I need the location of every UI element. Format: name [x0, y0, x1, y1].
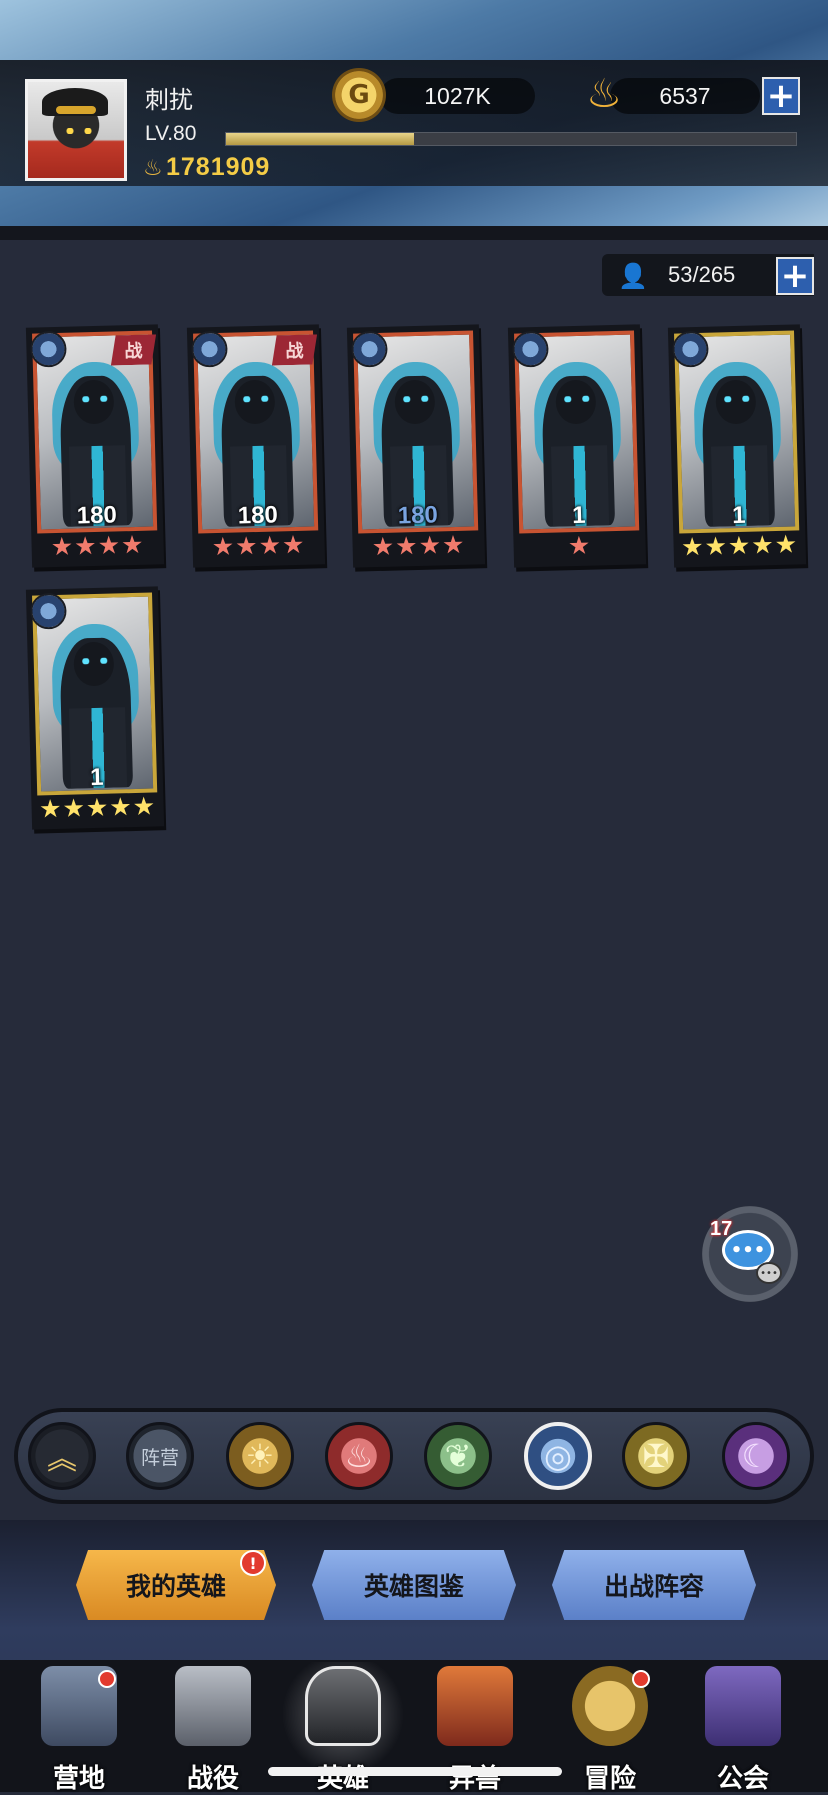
leaf-icon: ❦	[444, 1437, 472, 1475]
hero-stars: ★★★★★	[38, 791, 157, 824]
filter-nature-faction-button[interactable]: ❦	[424, 1422, 492, 1490]
hero-card[interactable]: 1 ★★★★★	[667, 324, 807, 568]
cross-icon: ✠	[642, 1437, 670, 1475]
filter-water-faction-button[interactable]: ◎	[524, 1422, 592, 1490]
gem-currency-icon: ♨	[586, 71, 622, 117]
filter-holy-faction-button[interactable]: ✠	[622, 1422, 690, 1490]
hero-level: 180	[397, 501, 439, 530]
tab-hero-codex[interactable]: 英雄图鉴	[312, 1550, 516, 1620]
combat-power-value: 1781909	[166, 153, 271, 181]
nav-adventure[interactable]: 冒险	[545, 1662, 675, 1794]
add-user-icon: 👤	[618, 262, 648, 290]
hero-level: 1	[89, 763, 104, 792]
double-chevron-up-icon: ︽	[47, 1442, 77, 1477]
filter-all-button[interactable]: ︽	[28, 1422, 96, 1490]
gem-counter: 6537	[610, 78, 760, 114]
hero-eyes	[242, 395, 269, 403]
hero-stars: ★★★★★	[680, 529, 799, 562]
hero-card[interactable]: 战 180 ★★★★	[186, 324, 326, 568]
filter-camp-button[interactable]: 阵营	[126, 1422, 194, 1490]
hero-eyes	[81, 657, 108, 665]
avatar-hat-band	[56, 106, 96, 114]
moon-icon: ☾	[741, 1437, 771, 1475]
hero-level: 1	[571, 501, 586, 530]
crossed-swords-icon	[175, 1666, 251, 1746]
hero-eyes	[81, 395, 108, 403]
nav-guild-label: 公会	[716, 1764, 769, 1794]
nav-adventure-label: 冒险	[583, 1764, 636, 1794]
player-level: LV.80	[145, 122, 197, 145]
hero-level: 180	[76, 501, 118, 530]
filter-fire-faction-button[interactable]: ♨	[325, 1422, 393, 1490]
add-gems-button[interactable]: +	[762, 77, 800, 115]
power-icon: ♨	[143, 156, 163, 181]
hero-eyes	[563, 395, 590, 403]
filter-dark-faction-button[interactable]: ☾	[722, 1422, 790, 1490]
nav-campaign-label: 战役	[186, 1764, 239, 1794]
chat-mini-bubble-icon: •••	[756, 1262, 782, 1284]
chat-unread-count: 17	[710, 1218, 733, 1240]
in-battle-tag: 战	[110, 334, 157, 365]
xp-progress-fill	[226, 133, 415, 145]
hero-stars: ★★★★	[371, 529, 466, 562]
gem-amount: 6537	[659, 82, 711, 109]
nav-camp[interactable]: 营地	[14, 1662, 144, 1794]
hero-card[interactable]: 1 ★★★★★	[25, 586, 165, 830]
beast-head-icon	[437, 1666, 513, 1746]
nav-campaign[interactable]: 战役	[148, 1662, 278, 1794]
hero-card[interactable]: 战 180 ★★★★	[25, 324, 165, 568]
hero-stars: ★★★★	[211, 529, 306, 562]
xp-progress-bar	[225, 132, 797, 146]
filter-light-faction-button[interactable]: ☀	[226, 1422, 294, 1490]
hero-card[interactable]: 1 ★	[507, 324, 647, 568]
camp-notification-dot	[98, 1670, 116, 1688]
tab-battle-lineup[interactable]: 出战阵容	[552, 1550, 756, 1620]
wave-icon: ◎	[544, 1437, 572, 1475]
player-avatar[interactable]	[25, 79, 127, 181]
flame-icon: ♨	[344, 1437, 374, 1475]
hero-stars: ★	[567, 530, 592, 561]
nav-guild[interactable]: 公会	[678, 1662, 808, 1794]
hero-stars: ★★★★	[50, 529, 145, 562]
adventure-notification-dot	[632, 1670, 650, 1688]
hero-level: 1	[731, 501, 746, 530]
knight-helmet-icon	[305, 1666, 381, 1746]
gold-counter: 1027K	[380, 78, 535, 114]
nav-camp-label: 营地	[52, 1764, 105, 1794]
nav-heroes-label: 英雄	[316, 1764, 369, 1794]
filter-camp-label: 阵营	[140, 1446, 179, 1469]
gold-coin-icon: G	[332, 68, 386, 122]
hero-level: 180	[237, 501, 279, 530]
sun-icon: ☀	[245, 1437, 275, 1475]
gold-amount: 1027K	[424, 82, 491, 109]
guild-banner-icon	[705, 1666, 781, 1746]
expand-hero-slots-button[interactable]: +	[776, 257, 814, 295]
hero-eyes	[402, 395, 429, 403]
nav-beasts-label: 异兽	[448, 1764, 501, 1794]
hero-card[interactable]: 180 ★★★★	[346, 324, 486, 568]
hero-eyes	[723, 395, 750, 403]
player-name: 刺扰	[145, 86, 193, 114]
home-indicator[interactable]	[268, 1767, 562, 1776]
hero-count-text: 53/265	[668, 262, 736, 287]
my-heroes-alert-badge: !	[240, 1550, 266, 1576]
in-battle-tag: 战	[271, 334, 318, 365]
avatar-eyes	[64, 128, 94, 134]
